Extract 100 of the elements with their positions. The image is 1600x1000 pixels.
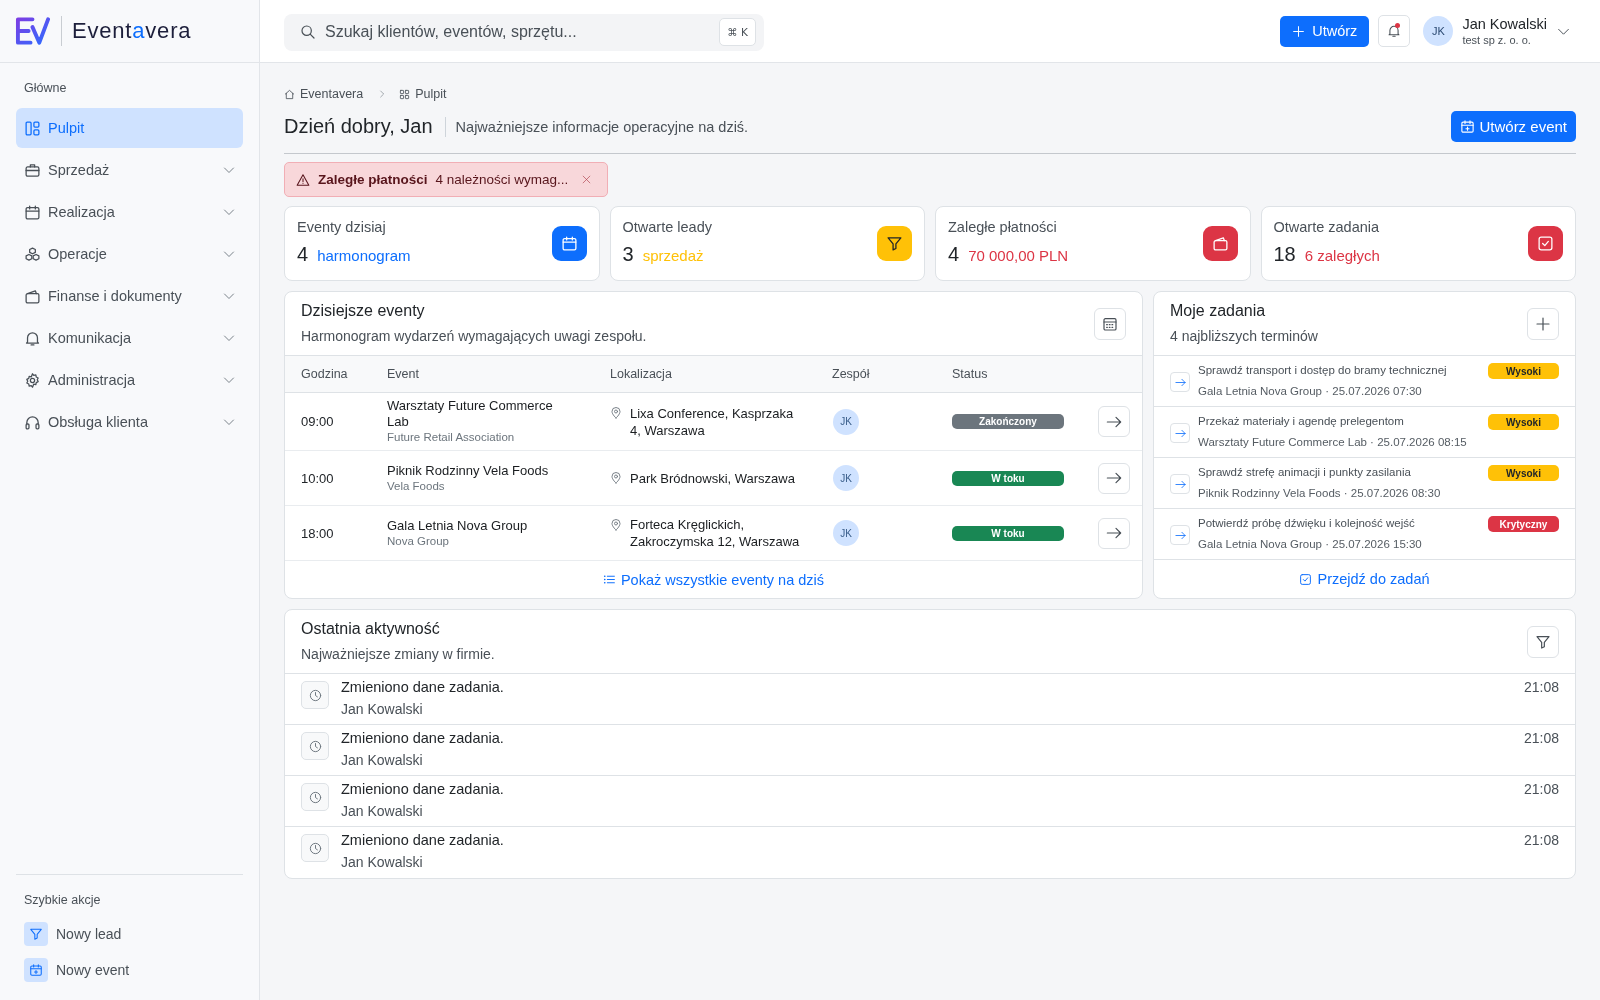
user-company: test sp z. o. o. [1462,32,1532,47]
task-meta: Warsztaty Future Commerce Lab · 25.07.2026 08:15 [1198,435,1468,450]
close-button[interactable] [582,175,592,184]
panel-subtitle: Harmonogram wydarzeń wymagających uwagi zespołu. [301,327,648,346]
stat-note: harmonogram [317,246,411,266]
panel-title: Moje zadania [1170,301,1267,321]
task-meta: Piknik Rodzinny Vela Foods · 25.07.2026 08:30 [1198,486,1442,501]
brand-name: Eventavera [72,18,192,44]
nav-item[interactable]: Finanse i dokumenty [16,276,243,316]
stat-value: 4 [297,242,309,267]
pin-icon [610,471,622,485]
panel-title: Dzisiejsze eventy [301,301,426,321]
activity-author: Jan Kowalski [341,751,424,770]
notifications-button[interactable] [1378,15,1411,47]
page-subtitle: Najważniejsze informacje operacyjne na dziś. [455,118,749,135]
activity-text: Zmieniono dane zadania. [341,831,505,850]
open-task-button[interactable] [1170,525,1190,545]
open-event-button[interactable] [1098,406,1130,437]
user-name: Jan Kowalski [1462,15,1547,33]
priority-badge: Wysoki [1488,363,1559,379]
event-location: Lixa Conference, Kasprzaka 4, Warszawa [630,404,795,439]
pin-icon [610,406,622,420]
activity-author: Jan Kowalski [341,700,424,719]
status-badge: Zakończony [952,414,1064,429]
headset-icon [24,413,41,431]
calendar-icon [24,203,41,221]
briefcase-icon [24,161,41,179]
open-task-button[interactable] [1170,423,1190,443]
nav-item[interactable]: Obsługa klienta [16,402,243,442]
section-label: Szybkie akcje [23,892,102,909]
arrow-right-icon [1106,470,1122,486]
quick-action-item[interactable]: Nowy event [16,958,130,982]
event-location: Park Bródnowski, Warszawa [630,469,795,487]
open-task-button[interactable] [1170,474,1190,494]
panel-subtitle: 4 najbliższych terminów [1170,327,1319,346]
event-time: 18:00 [300,525,335,541]
home-icon [284,88,295,100]
open-event-button[interactable] [1098,517,1130,549]
event-client: Nova Group [387,533,450,549]
task-meta: Gala Letnia Nova Group · 25.07.2026 07:30 [1198,384,1423,399]
arrow-right-icon [1174,529,1186,541]
column-header: Godzina [300,367,349,381]
create-button[interactable]: Utwórz [1280,15,1370,47]
stat-value: 18 [1273,242,1296,267]
task-title: Przekaż materiały i agendę prelegentom [1198,414,1405,429]
open-task-button[interactable] [1170,372,1190,392]
breadcrumb-current: Pulpit [415,87,447,101]
nav-item[interactable]: Komunikacja [16,318,243,358]
grid-icon [399,88,411,100]
create-event-button[interactable]: Utwórz event [1451,111,1576,142]
alert-title: Zaległe płatności [318,172,428,187]
pin-icon [610,517,622,532]
nav-item[interactable]: Realizacja [16,192,243,232]
cubes-icon [24,245,41,263]
activity-time: 21:08 [1523,780,1559,799]
nav-item[interactable]: Operacje [16,234,243,274]
calendar-button[interactable] [1094,307,1126,340]
tasks-link[interactable]: Przejdź do zadań [1299,571,1430,587]
open-event-button[interactable] [1098,462,1130,494]
team-avatar: JK [833,408,859,435]
clock-icon [301,732,329,760]
event-time: 10:00 [300,470,335,486]
add-task-button[interactable] [1527,307,1559,340]
activity-author: Jan Kowalski [341,802,424,821]
panel-subtitle: Najważniejsze zmiany w firmie. [301,645,496,664]
funnel-icon [1535,633,1551,650]
stat-label: Zaległe płatności [948,218,1058,236]
logo-icon [15,15,50,47]
clock-icon [301,783,329,811]
checkbox-icon [1299,572,1313,586]
plus-icon [1535,315,1551,332]
nav-item[interactable]: Administracja [16,360,243,400]
activity-author: Jan Kowalski [341,853,424,872]
bell-icon [1387,24,1402,38]
quick-action-item[interactable]: Nowy lead [16,922,122,946]
wallet-icon [24,287,41,305]
breadcrumb-link[interactable]: Eventavera [284,87,364,101]
event-client: Vela Foods [387,478,446,494]
arrow-right-icon [1174,376,1186,388]
filter-button[interactable] [1527,625,1559,658]
event-client: Future Retail Association [387,430,516,445]
activity-text: Zmieniono dane zadania. [341,780,505,799]
panel-title: Ostatnia aktywność [301,619,441,639]
event-name: Gala Letnia Nova Group [387,517,529,534]
bell-icon [24,329,41,347]
task-title: Potwierdź próbę dźwięku i kolejność wejść [1198,516,1416,531]
nav-item[interactable]: Sprzedaż [16,150,243,190]
column-header: Lokalizacja [610,367,673,381]
calendar-plus-icon [1460,119,1476,134]
column-header: Status [952,367,989,381]
show-all-link[interactable]: Pokaż wszystkie eventy na dziś [602,571,825,588]
arrow-right-icon [1174,427,1186,439]
column-header: Zespół [832,367,871,381]
user-avatar[interactable]: JK [1423,16,1454,46]
activity-time: 21:08 [1523,831,1559,850]
arrow-right-icon [1106,525,1122,541]
warning-icon [296,172,310,187]
event-name: Warsztaty Future Commerce Lab [387,398,554,430]
status-badge: W toku [952,470,1064,486]
stat-label: Otwarte zadania [1273,218,1381,236]
